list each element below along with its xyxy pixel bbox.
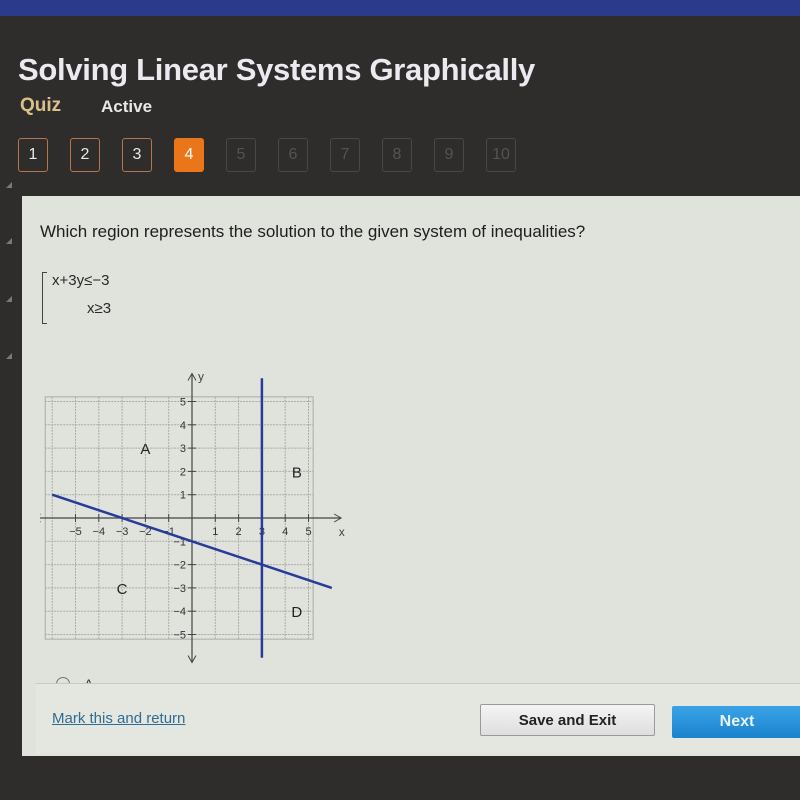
y-tick-label: 1 — [180, 490, 186, 502]
y-tick-label: −3 — [173, 583, 186, 595]
question-1-button[interactable]: 1 — [18, 138, 48, 172]
side-marker-icon — [6, 296, 12, 302]
question-9-button: 9 — [434, 138, 464, 172]
question-panel: Which region represents the solution to … — [22, 196, 800, 756]
activity-type-label: Quiz — [20, 95, 62, 116]
question-8-button: 8 — [382, 138, 412, 172]
question-5-button: 5 — [226, 138, 256, 172]
side-marker-icon — [6, 353, 12, 359]
page-title: Solving Linear Systems Graphically — [18, 52, 535, 87]
y-axis-label: y — [198, 370, 204, 384]
side-marker-icon — [6, 238, 12, 244]
coordinate-graph: −5−4−3−2−11234554321−1−2−3−4−5xy ABCD — [40, 370, 345, 664]
x-tick-label: −5 — [69, 526, 82, 538]
x-tick-label: 1 — [212, 526, 218, 538]
region-label-c: C — [117, 581, 128, 598]
question-6-button: 6 — [278, 138, 308, 172]
question-2-button[interactable]: 2 — [70, 138, 100, 172]
question-3-button[interactable]: 3 — [122, 138, 152, 172]
y-tick-label: 5 — [180, 397, 186, 409]
region-label-a: A — [140, 441, 150, 458]
y-tick-label: 3 — [180, 443, 186, 455]
question-10-button: 10 — [486, 138, 516, 172]
tick-labels: −5−4−3−2−11234554321−1−2−3−4−5xy — [69, 370, 345, 642]
question-7-button: 7 — [330, 138, 360, 172]
question-prompt: Which region represents the solution to … — [40, 222, 586, 241]
side-marker-icon — [6, 182, 12, 188]
y-tick-label: 4 — [180, 420, 186, 432]
inequality-system: x+3y≤−3 x≥3 — [42, 270, 172, 330]
x-tick-label: −3 — [116, 526, 129, 538]
x-tick-label: 2 — [236, 526, 242, 538]
y-tick-label: 2 — [180, 466, 186, 478]
inequality-1: x+3y≤−3 — [52, 272, 110, 289]
question-navigation: 1 2 3 4 5 6 7 8 9 10 — [18, 138, 538, 172]
next-button[interactable]: Next — [672, 706, 800, 738]
x-tick-label: −4 — [93, 526, 106, 538]
x-tick-label: 4 — [282, 526, 288, 538]
save-and-exit-button[interactable]: Save and Exit — [480, 704, 655, 736]
y-tick-label: −4 — [173, 606, 186, 618]
y-tick-label: −5 — [173, 630, 186, 642]
region-label-d: D — [291, 604, 302, 621]
x-tick-label: 5 — [305, 526, 311, 538]
question-4-button[interactable]: 4 — [174, 138, 204, 172]
x-axis-label: x — [339, 525, 345, 539]
status-label: Active — [101, 97, 153, 116]
mark-and-return-link[interactable]: Mark this and return — [52, 710, 185, 727]
y-tick-label: −2 — [173, 560, 186, 572]
region-label-b: B — [292, 464, 302, 481]
top-bar — [0, 0, 800, 16]
footer-bar: Mark this and return Save and Exit Next — [36, 683, 800, 754]
inequality-2: x≥3 — [87, 300, 112, 317]
brace-icon — [42, 272, 49, 324]
